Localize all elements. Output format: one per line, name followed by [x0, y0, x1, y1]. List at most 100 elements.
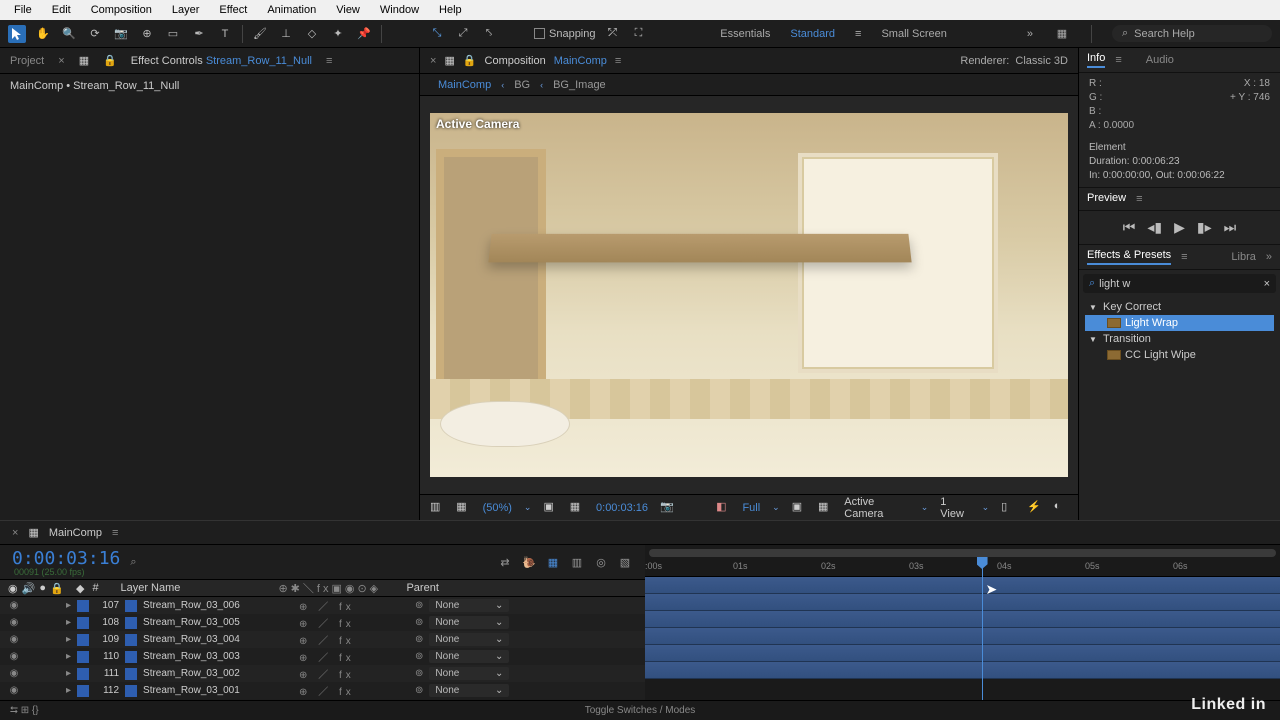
menu-edit[interactable]: Edit: [42, 2, 81, 18]
layer-name[interactable]: Stream_Row_03_002: [143, 668, 293, 679]
axis-world-icon[interactable]: ⤢: [454, 25, 472, 43]
overflow-icon[interactable]: »: [1266, 251, 1272, 263]
workspace-standard[interactable]: Standard: [790, 28, 835, 40]
renderer-value[interactable]: Classic 3D: [1015, 55, 1068, 67]
rotate-tool-icon[interactable]: ⟳: [86, 25, 104, 43]
current-timecode[interactable]: 0:00:03:16: [12, 548, 120, 569]
parent-pickwhip-icon[interactable]: ⊚: [415, 685, 423, 696]
panel-menu-icon[interactable]: ≡: [615, 55, 621, 67]
layer-track[interactable]: [645, 662, 1280, 679]
preview-tab[interactable]: Preview: [1087, 192, 1126, 206]
layer-name[interactable]: Stream_Row_03_005: [143, 617, 293, 628]
effects-presets-tab[interactable]: Effects & Presets: [1087, 249, 1171, 265]
layer-track[interactable]: [645, 577, 1280, 594]
magnification-dropdown[interactable]: (50%): [483, 502, 512, 514]
pixel-aspect-icon[interactable]: ▯: [1001, 500, 1015, 516]
brush-tool-icon[interactable]: 🖌: [251, 25, 269, 43]
twirl-icon[interactable]: ▸: [66, 600, 71, 611]
snapshot-icon[interactable]: 📷: [660, 500, 674, 516]
layer-track[interactable]: [645, 645, 1280, 662]
menu-animation[interactable]: Animation: [257, 2, 326, 18]
tree-folder-transition[interactable]: ▼Transition: [1085, 331, 1274, 347]
layer-name[interactable]: Stream_Row_03_003: [143, 651, 293, 662]
pan-behind-tool-icon[interactable]: ⊕: [138, 25, 156, 43]
fast-preview-icon[interactable]: ⚡: [1027, 500, 1041, 516]
solo-header-icon[interactable]: ●: [39, 582, 46, 595]
layer-switches[interactable]: ⊕ ／ fx: [299, 615, 409, 630]
layer-row[interactable]: ◉▸110Stream_Row_03_003⊕ ／ fx⊚None⌄: [0, 648, 645, 665]
exposure-icon[interactable]: ◐: [1054, 500, 1068, 516]
info-tab[interactable]: Info: [1087, 52, 1105, 68]
layer-track[interactable]: [645, 611, 1280, 628]
shape-tool-icon[interactable]: ▭: [164, 25, 182, 43]
close-icon[interactable]: ×: [430, 55, 436, 67]
effect-controls-tab[interactable]: Effect Controls Stream_Row_11_Null: [131, 55, 312, 67]
graph-editor-icon[interactable]: ◎: [593, 554, 609, 570]
twirl-icon[interactable]: ▸: [66, 617, 71, 628]
tree-folder-key-correct[interactable]: ▼Key Correct: [1085, 299, 1274, 315]
layer-row[interactable]: ◉▸107Stream_Row_03_006⊕ ／ fx⊚None⌄: [0, 597, 645, 614]
parent-dropdown[interactable]: None⌄: [429, 633, 509, 646]
layer-switches[interactable]: ⊕ ／ fx: [299, 683, 409, 698]
pen-tool-icon[interactable]: ✒: [190, 25, 208, 43]
axis-view-icon[interactable]: ⤣: [480, 25, 498, 43]
close-icon[interactable]: ×: [12, 527, 18, 539]
layer-switches[interactable]: ⊕ ／ fx: [299, 632, 409, 647]
work-area-bar[interactable]: [649, 549, 1276, 557]
current-time[interactable]: 0:00:03:16: [596, 502, 648, 514]
chevron-down-icon[interactable]: ⌄: [772, 502, 780, 513]
visibility-toggle-icon[interactable]: ◉: [8, 685, 20, 696]
composition-name[interactable]: MainComp: [554, 55, 607, 67]
time-ruler[interactable]: :00s 01s 02s 03s 04s 05s 06s: [645, 561, 1280, 575]
label-color[interactable]: [77, 651, 89, 663]
view-layout-dropdown[interactable]: 1 View: [940, 496, 969, 520]
safe-zones-icon[interactable]: ▣: [543, 500, 557, 516]
timeline-tab[interactable]: MainComp: [49, 527, 102, 539]
twirl-icon[interactable]: ▸: [66, 685, 71, 696]
snap-opt-icon[interactable]: ⤱: [604, 25, 622, 43]
effects-search-input[interactable]: [1099, 278, 1259, 290]
visibility-toggle-icon[interactable]: ◉: [8, 634, 20, 645]
panel-menu-icon[interactable]: ≡: [1181, 251, 1187, 263]
layer-switches[interactable]: ⊕ ／ fx: [299, 598, 409, 613]
alpha-icon[interactable]: ▥: [430, 500, 444, 516]
menu-window[interactable]: Window: [370, 2, 429, 18]
chevron-down-icon[interactable]: ⌄: [982, 502, 990, 513]
label-header-icon[interactable]: ◆: [76, 582, 84, 595]
workspace-reset-icon[interactable]: ▦: [1053, 25, 1071, 43]
channel-icon[interactable]: ▦: [456, 500, 470, 516]
libraries-tab[interactable]: Libra: [1231, 251, 1255, 263]
frame-blend-icon[interactable]: ▦: [545, 554, 561, 570]
last-frame-icon[interactable]: ⏭: [1224, 219, 1237, 236]
help-search[interactable]: ⌕ Search Help: [1112, 25, 1272, 42]
layer-name[interactable]: Stream_Row_03_004: [143, 634, 293, 645]
next-frame-icon[interactable]: ▮▸: [1197, 219, 1212, 236]
nav-bg-image[interactable]: BG_Image: [553, 79, 606, 91]
visibility-toggle-icon[interactable]: ◉: [8, 651, 20, 662]
color-mgmt-icon[interactable]: ◧: [716, 500, 730, 516]
twirl-icon[interactable]: ▸: [66, 651, 71, 662]
label-color[interactable]: [77, 668, 89, 680]
chevron-left-icon[interactable]: ‹: [540, 80, 543, 90]
close-icon[interactable]: ×: [58, 55, 64, 67]
first-frame-icon[interactable]: ⏮: [1123, 219, 1136, 236]
grid-icon[interactable]: ▦: [570, 500, 584, 516]
hand-tool-icon[interactable]: ✋: [34, 25, 52, 43]
layer-name[interactable]: Stream_Row_03_001: [143, 685, 293, 696]
visibility-toggle-icon[interactable]: ◉: [8, 617, 20, 628]
layer-row[interactable]: ◉▸108Stream_Row_03_005⊕ ／ fx⊚None⌄: [0, 614, 645, 631]
menu-view[interactable]: View: [326, 2, 370, 18]
motion-blur-icon[interactable]: ▥: [569, 554, 585, 570]
puppet-tool-icon[interactable]: 📌: [355, 25, 373, 43]
stamp-tool-icon[interactable]: ⊥: [277, 25, 295, 43]
playhead[interactable]: ➤: [982, 559, 983, 720]
camera-dropdown[interactable]: Active Camera: [844, 496, 908, 520]
snap-opt2-icon[interactable]: ⛶: [630, 25, 648, 43]
parent-dropdown[interactable]: None⌄: [429, 616, 509, 629]
zoom-tool-icon[interactable]: 🔍: [60, 25, 78, 43]
transparency-icon[interactable]: ▦: [818, 500, 832, 516]
menu-file[interactable]: File: [4, 2, 42, 18]
parent-pickwhip-icon[interactable]: ⊚: [415, 668, 423, 679]
tree-item-light-wrap[interactable]: Light Wrap: [1085, 315, 1274, 331]
composition-viewer[interactable]: Active Camera: [430, 113, 1068, 477]
